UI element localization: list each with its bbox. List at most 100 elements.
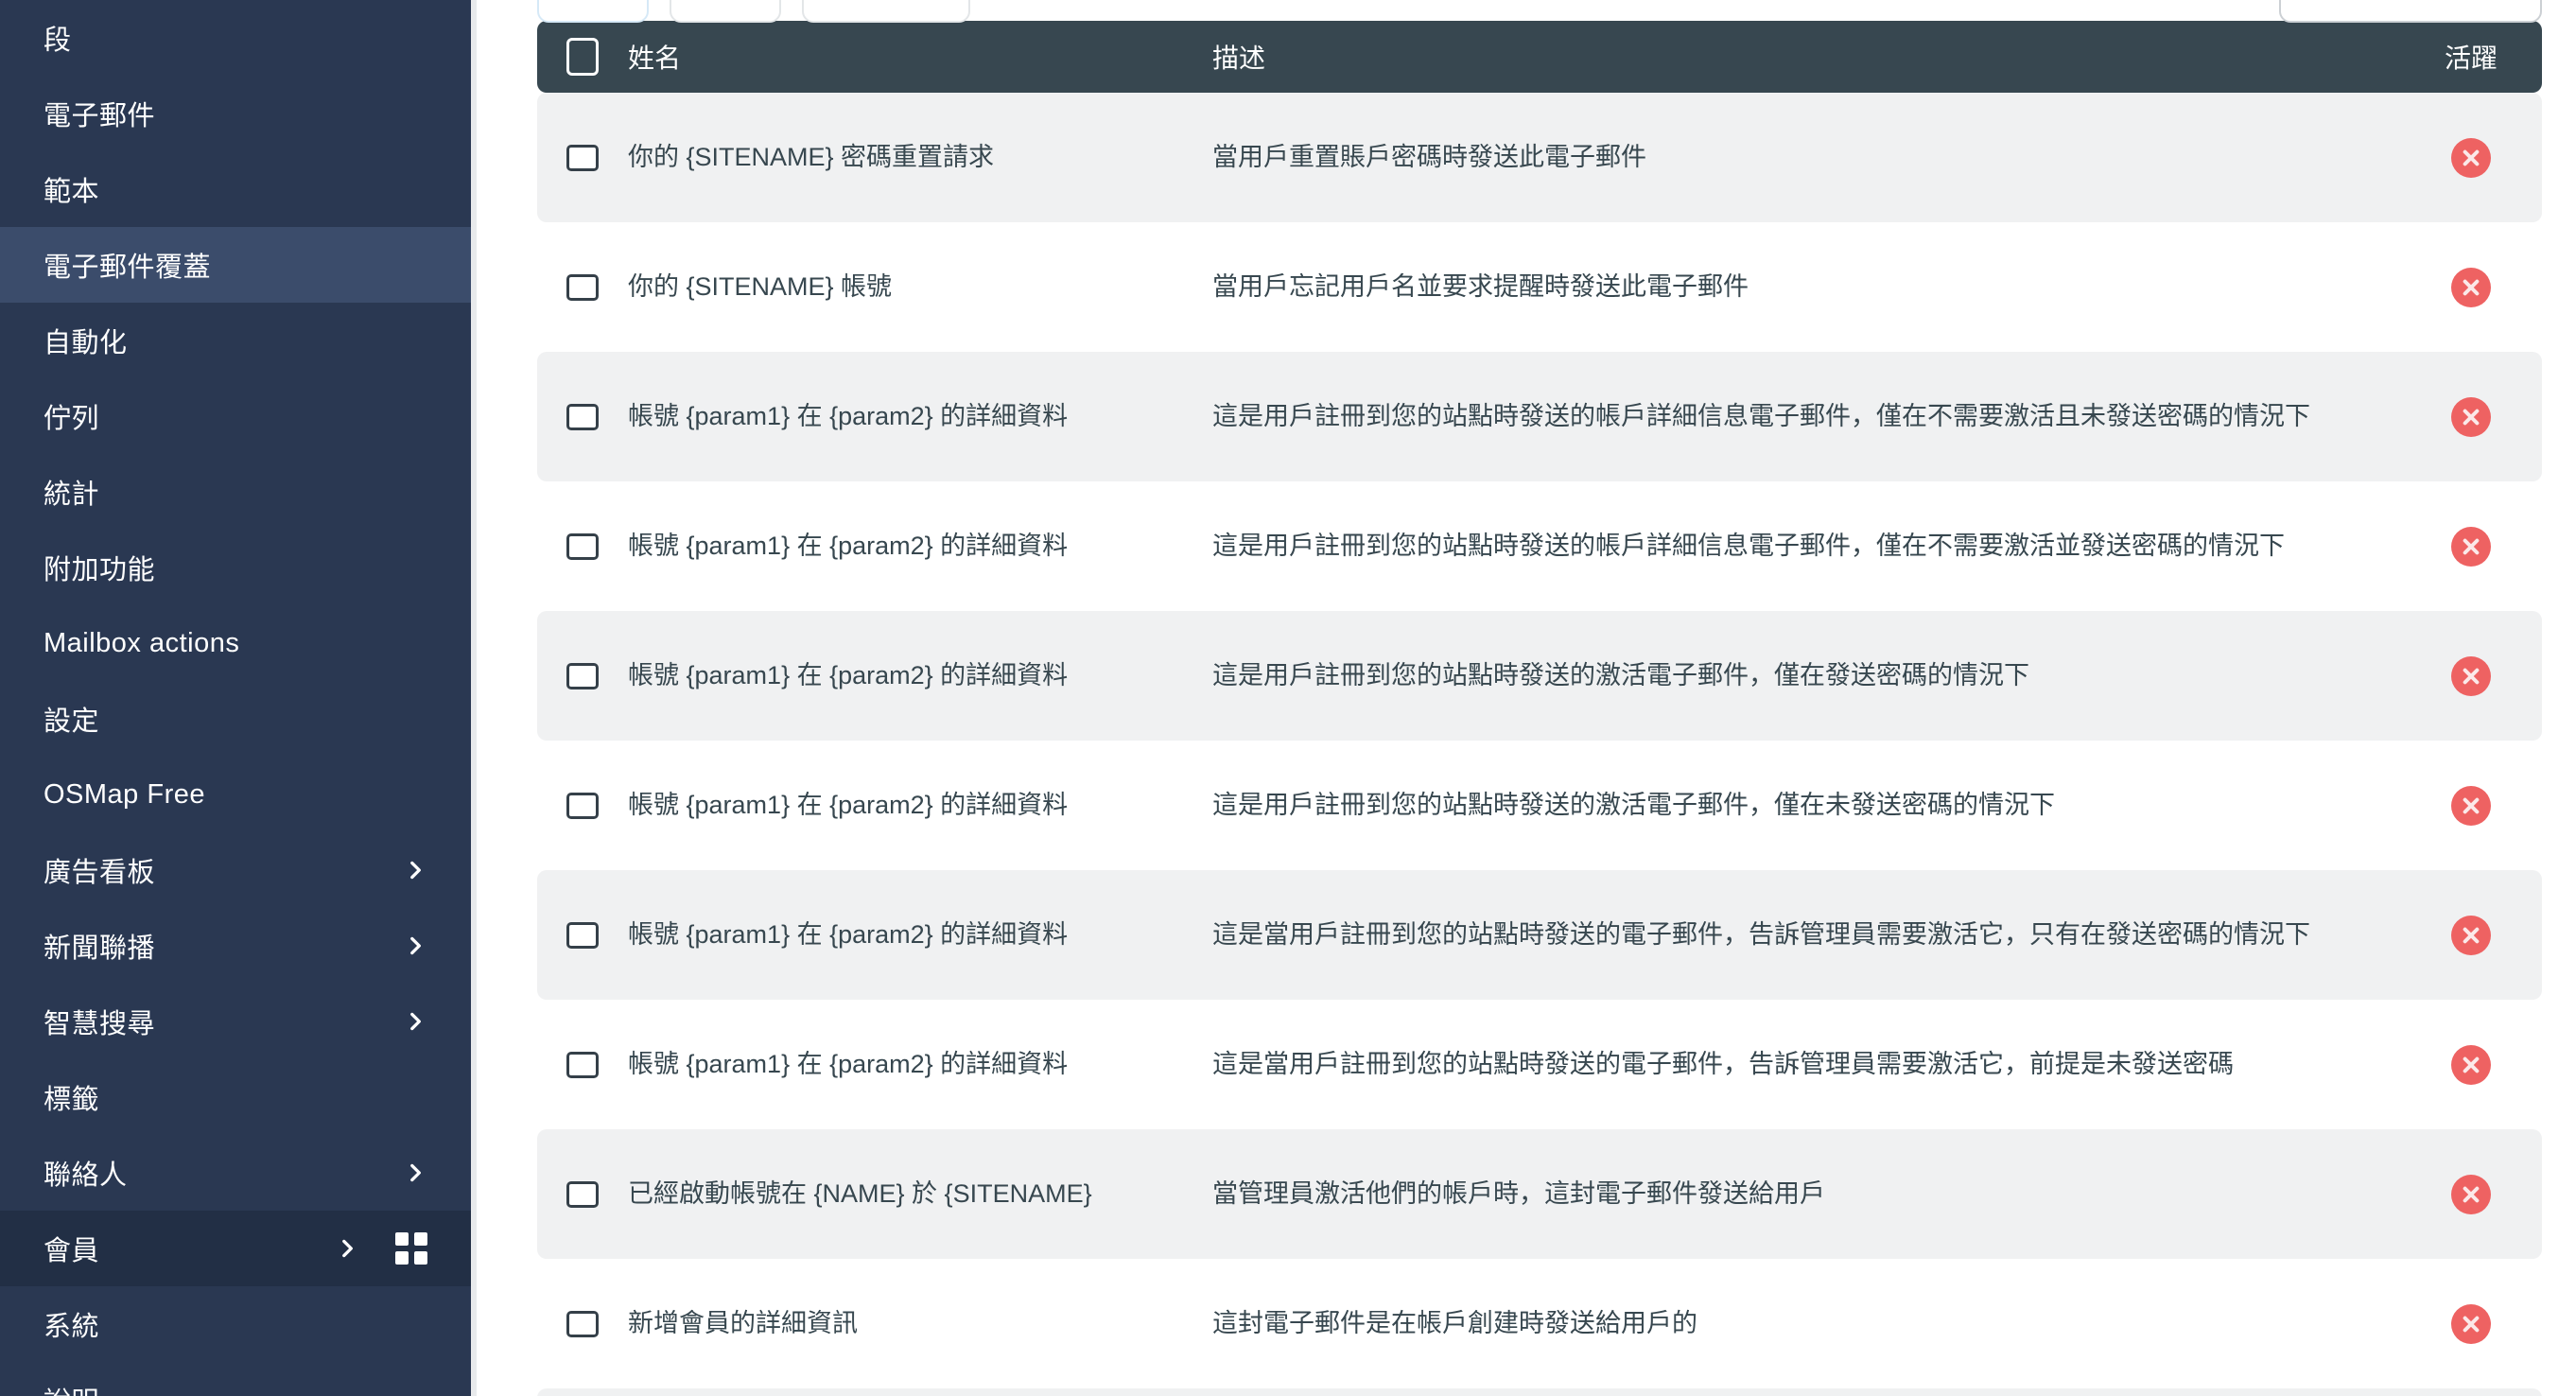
sidebar-item-label: OSMap Free <box>44 778 205 810</box>
sidebar-item-label: 會員 <box>44 1236 100 1266</box>
row-select-cell[interactable] <box>537 532 628 560</box>
sidebar-item-7[interactable]: 附加功能 <box>0 530 471 605</box>
sidebar-item-0[interactable]: 段 <box>0 0 471 76</box>
sidebar-item-label: 自動化 <box>44 328 128 358</box>
table-row[interactable]: 新增會員的詳細資訊 這封電子郵件是在帳戶創建時發送給用戶的 <box>537 1259 2542 1388</box>
table-row[interactable]: 帳號 {param1} 在 {param2} 的詳細資料 這是當用戶註冊到您的站點… <box>537 870 2542 1000</box>
column-header-name[interactable]: 姓名 <box>628 38 1212 76</box>
row-select-cell[interactable] <box>537 273 628 301</box>
chevron-right-icon[interactable] <box>403 1009 427 1034</box>
row-select-cell[interactable] <box>537 144 628 171</box>
table-row[interactable]: 你的 {SITENAME} 帳號 當用戶忘記用戶名並要求提醒時發送此電子郵件 <box>537 222 2542 352</box>
row-name: 你的 {SITENAME} 密碼重置請求 <box>628 142 995 171</box>
row-name: 帳號 {param1} 在 {param2} 的詳細資料 <box>628 531 1069 560</box>
column-header-description[interactable]: 描述 <box>1212 38 2400 76</box>
table-row[interactable]: 帳號 {param1} 在 {param2} 的詳細資料 這是用戶註冊到您的站點時… <box>537 352 2542 481</box>
email-overrides-table: 姓名 描述 活躍 你的 {SITENAME} 密碼重置請求 當用戶重置賬戶密碼時發… <box>537 21 2542 1396</box>
chevron-right-icon[interactable] <box>335 1236 359 1261</box>
sidebar-item-12[interactable]: 新聞聯播 <box>0 908 471 984</box>
row-checkbox[interactable] <box>566 792 599 819</box>
sidebar-item-10[interactable]: OSMap Free <box>0 757 471 832</box>
table-row[interactable]: 帳號 {param1} 在 {param2} 的詳細資料 這是用戶註冊到您的站點時… <box>537 611 2542 741</box>
grid-icon[interactable] <box>395 1232 427 1265</box>
sidebar-item-14[interactable]: 標籤 <box>0 1059 471 1135</box>
table-row[interactable]: 帳號 {param1} 在 {param2} 的詳細資料 這是當用戶註冊到您的站點… <box>537 1000 2542 1129</box>
sidebar-item-label: 電子郵件 <box>44 101 156 131</box>
sidebar-item-4[interactable]: 自動化 <box>0 303 471 378</box>
select-all-cell[interactable] <box>537 38 628 76</box>
row-active-cell[interactable] <box>2400 1303 2542 1344</box>
row-select-cell[interactable] <box>537 662 628 689</box>
row-checkbox[interactable] <box>566 1180 599 1208</box>
row-select-cell[interactable] <box>537 403 628 430</box>
select-all-checkbox[interactable] <box>566 38 599 76</box>
row-checkbox[interactable] <box>566 273 599 301</box>
row-name: 已經啟動帳號在 {NAME} 於 {SITENAME} <box>628 1178 1092 1208</box>
table-row[interactable]: 帳號 {param1} 在 {param2} 的詳細資料這是當用戶在網站上創建帳… <box>537 1388 2542 1396</box>
sidebar-item-1[interactable]: 電子郵件 <box>0 76 471 151</box>
row-active-cell[interactable] <box>2400 137 2542 178</box>
status-disabled-icon[interactable] <box>2451 915 2491 955</box>
sidebar-item-5[interactable]: 佇列 <box>0 378 471 454</box>
sidebar-item-16[interactable]: 會員 <box>0 1211 471 1286</box>
row-select-cell[interactable] <box>537 921 628 949</box>
row-checkbox[interactable] <box>566 1310 599 1337</box>
sidebar-item-8[interactable]: Mailbox actions <box>0 605 471 681</box>
row-name: 帳號 {param1} 在 {param2} 的詳細資料 <box>628 1049 1069 1078</box>
status-disabled-icon[interactable] <box>2451 526 2491 567</box>
chevron-right-icon[interactable] <box>403 858 427 882</box>
status-disabled-icon[interactable] <box>2451 785 2491 826</box>
row-description: 這是用戶註冊到您的站點時發送的帳戶詳細信息電子郵件，僅在不需要激活且未發送密碼的… <box>1212 401 2310 430</box>
status-disabled-icon[interactable] <box>2451 267 2491 307</box>
sidebar-item-2[interactable]: 範本 <box>0 151 471 227</box>
row-select-cell[interactable] <box>537 1310 628 1337</box>
chevron-right-icon[interactable] <box>403 934 427 958</box>
table-row[interactable]: 帳號 {param1} 在 {param2} 的詳細資料 這是用戶註冊到您的站點時… <box>537 741 2542 870</box>
chevron-right-icon[interactable] <box>403 1160 427 1185</box>
row-checkbox[interactable] <box>566 532 599 560</box>
status-disabled-icon[interactable] <box>2451 1303 2491 1344</box>
sidebar-item-13[interactable]: 智慧搜尋 <box>0 984 471 1059</box>
row-active-cell[interactable] <box>2400 785 2542 826</box>
row-active-cell[interactable] <box>2400 915 2542 955</box>
row-select-cell[interactable] <box>537 1051 628 1078</box>
row-checkbox[interactable] <box>566 403 599 430</box>
row-active-cell[interactable] <box>2400 526 2542 567</box>
sidebar-item-9[interactable]: 設定 <box>0 681 471 757</box>
row-description: 這是用戶註冊到您的站點時發送的激活電子郵件，僅在發送密碼的情況下 <box>1212 660 2029 689</box>
row-checkbox[interactable] <box>566 662 599 689</box>
row-active-cell[interactable] <box>2400 1174 2542 1214</box>
sidebar-item-18[interactable]: 說明 <box>0 1362 471 1396</box>
status-disabled-icon[interactable] <box>2451 1044 2491 1085</box>
sidebar-item-11[interactable]: 廣告看板 <box>0 832 471 908</box>
toolbar-button-1[interactable] <box>537 0 649 23</box>
toolbar-search-field[interactable] <box>2279 0 2542 23</box>
table-row[interactable]: 你的 {SITENAME} 密碼重置請求 當用戶重置賬戶密碼時發送此電子郵件 <box>537 93 2542 222</box>
status-disabled-icon[interactable] <box>2451 1174 2491 1214</box>
row-active-cell[interactable] <box>2400 655 2542 696</box>
row-description: 當用戶忘記用戶名並要求提醒時發送此電子郵件 <box>1212 271 1749 301</box>
row-select-cell[interactable] <box>537 792 628 819</box>
row-checkbox[interactable] <box>566 1051 599 1078</box>
row-select-cell[interactable] <box>537 1180 628 1208</box>
sidebar-item-15[interactable]: 聯絡人 <box>0 1135 471 1211</box>
row-active-cell[interactable] <box>2400 267 2542 307</box>
status-disabled-icon[interactable] <box>2451 655 2491 696</box>
row-active-cell[interactable] <box>2400 396 2542 437</box>
table-row[interactable]: 已經啟動帳號在 {NAME} 於 {SITENAME} 當管理員激活他們的帳戶時，… <box>537 1129 2542 1259</box>
row-checkbox[interactable] <box>566 921 599 949</box>
status-disabled-icon[interactable] <box>2451 396 2491 437</box>
sidebar-item-3[interactable]: 電子郵件覆蓋 <box>0 227 471 303</box>
toolbar-button-3[interactable] <box>802 0 970 23</box>
toolbar <box>537 0 2542 23</box>
sidebar-item-17[interactable]: 系統 <box>0 1286 471 1362</box>
column-header-active[interactable]: 活躍 <box>2400 38 2542 76</box>
toolbar-button-2[interactable] <box>670 0 781 23</box>
status-disabled-icon[interactable] <box>2451 137 2491 178</box>
sidebar-item-label: 統計 <box>44 480 100 510</box>
row-active-cell[interactable] <box>2400 1044 2542 1085</box>
row-description: 當管理員激活他們的帳戶時，這封電子郵件發送給用戶 <box>1212 1178 1825 1208</box>
sidebar-item-6[interactable]: 統計 <box>0 454 471 530</box>
row-checkbox[interactable] <box>566 144 599 171</box>
table-row[interactable]: 帳號 {param1} 在 {param2} 的詳細資料 這是用戶註冊到您的站點時… <box>537 481 2542 611</box>
